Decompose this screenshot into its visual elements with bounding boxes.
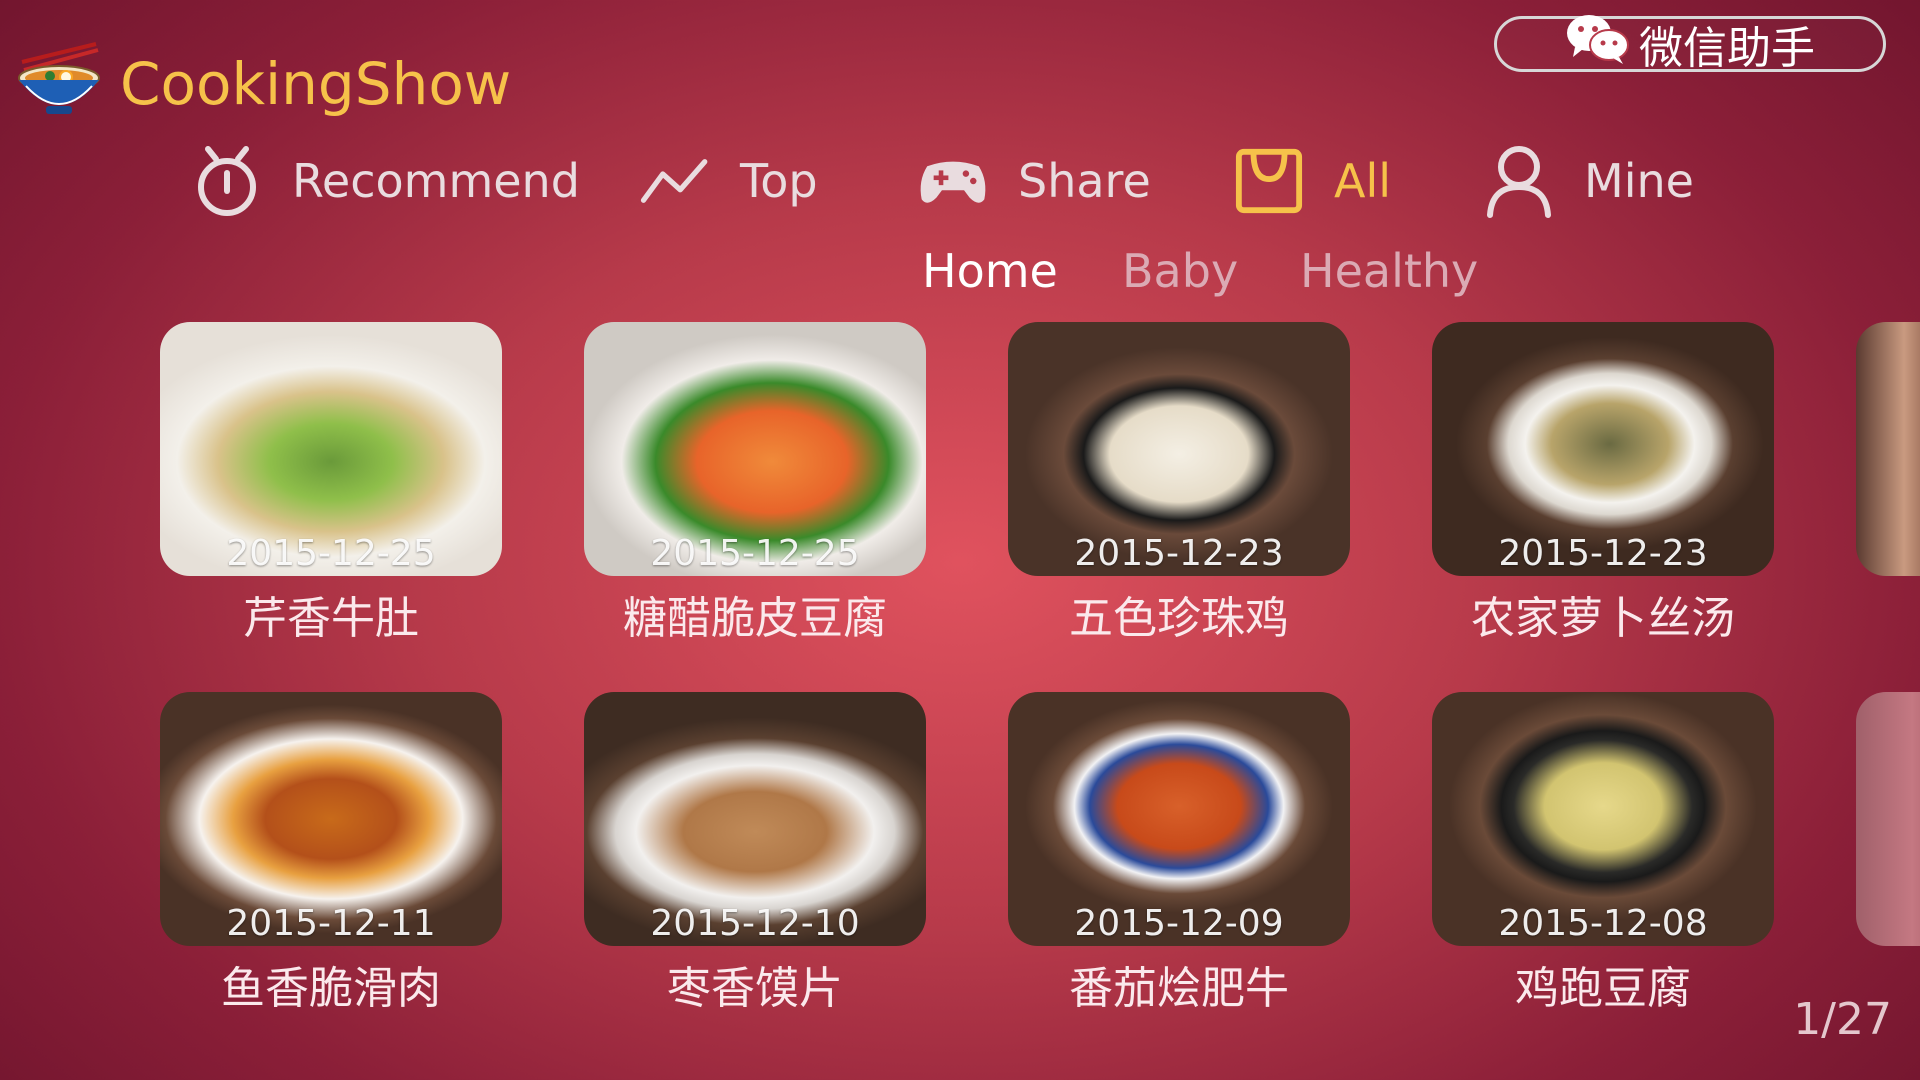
recipe-thumbnail: 2015-12-08	[1432, 692, 1774, 946]
nav-mine-label: Mine	[1584, 154, 1694, 208]
recipe-card-partial[interactable]	[1856, 322, 1920, 576]
nav-top[interactable]: Top	[640, 140, 818, 222]
trend-line-icon	[640, 143, 710, 219]
gamepad-icon	[918, 143, 988, 219]
recipe-card[interactable]: 2015-12-23 五色珍珠鸡	[1008, 322, 1350, 646]
nav-top-label: Top	[740, 154, 818, 208]
recipe-name: 芹香牛肚	[243, 593, 419, 644]
recipe-date: 2015-12-25	[650, 533, 860, 574]
recipe-card[interactable]: 2015-12-08 鸡跑豆腐	[1432, 692, 1774, 1016]
recipe-date: 2015-12-09	[1074, 903, 1284, 944]
recipe-card[interactable]: 2015-12-25 芹香牛肚	[160, 322, 502, 646]
recipe-name: 糖醋脆皮豆腐	[623, 593, 887, 644]
recipe-card[interactable]: 2015-12-10 枣香馍片	[584, 692, 926, 1016]
recipe-name: 鱼香脆滑肉	[221, 963, 441, 1014]
recipe-thumbnail: 2015-12-25	[160, 322, 502, 576]
stopwatch-icon	[192, 143, 262, 219]
recipe-card[interactable]: 2015-12-25 糖醋脆皮豆腐	[584, 322, 926, 646]
app-title: CookingShow	[120, 50, 512, 118]
user-icon	[1484, 143, 1554, 219]
recipe-card[interactable]: 2015-12-23 农家萝卜丝汤	[1432, 322, 1774, 646]
tab-healthy[interactable]: Healthy	[1300, 244, 1478, 298]
recipe-thumbnail: 2015-12-10	[584, 692, 926, 946]
nav-share-label: Share	[1018, 154, 1151, 208]
tab-baby[interactable]: Baby	[1122, 244, 1238, 298]
nav-recommend-label: Recommend	[292, 154, 580, 208]
recipe-thumbnail: 2015-12-25	[584, 322, 926, 576]
page-indicator: 1/27	[1793, 994, 1892, 1045]
recipe-thumbnail: 2015-12-23	[1432, 322, 1774, 576]
wechat-assistant-button[interactable]: 微信助手	[1494, 14, 1886, 74]
recipe-thumbnail: 2015-12-11	[160, 692, 502, 946]
nav-share[interactable]: Share	[918, 140, 1151, 222]
recipe-date: 2015-12-23	[1074, 533, 1284, 574]
app-logo-bowl-icon	[14, 40, 104, 118]
recipe-name: 农家萝卜丝汤	[1471, 593, 1735, 644]
recipe-date: 2015-12-11	[226, 903, 436, 944]
recipe-name: 鸡跑豆腐	[1515, 963, 1691, 1014]
nav-all[interactable]: All	[1234, 140, 1391, 222]
nav-mine[interactable]: Mine	[1484, 140, 1694, 222]
recipe-date: 2015-12-23	[1498, 533, 1708, 574]
recipe-date: 2015-12-25	[226, 533, 436, 574]
recipe-name: 枣香馍片	[667, 963, 843, 1014]
recipe-card[interactable]: 2015-12-09 番茄烩肥牛	[1008, 692, 1350, 1016]
nav-recommend[interactable]: Recommend	[192, 140, 580, 222]
nav-all-label: All	[1334, 154, 1392, 208]
recipe-card-partial[interactable]	[1856, 692, 1920, 946]
recipe-date: 2015-12-10	[650, 903, 860, 944]
recipe-name: 番茄烩肥牛	[1069, 963, 1289, 1014]
recipe-card[interactable]: 2015-12-11 鱼香脆滑肉	[160, 692, 502, 1016]
recipe-name: 五色珍珠鸡	[1069, 593, 1289, 644]
tab-home[interactable]: Home	[922, 244, 1058, 298]
recipe-thumbnail: 2015-12-23	[1008, 322, 1350, 576]
recipe-thumbnail: 2015-12-09	[1008, 692, 1350, 946]
wechat-assistant-label: 微信助手	[1639, 23, 1815, 74]
recipe-date: 2015-12-08	[1498, 903, 1708, 944]
bag-icon	[1234, 143, 1304, 219]
wechat-icon	[1565, 13, 1629, 76]
